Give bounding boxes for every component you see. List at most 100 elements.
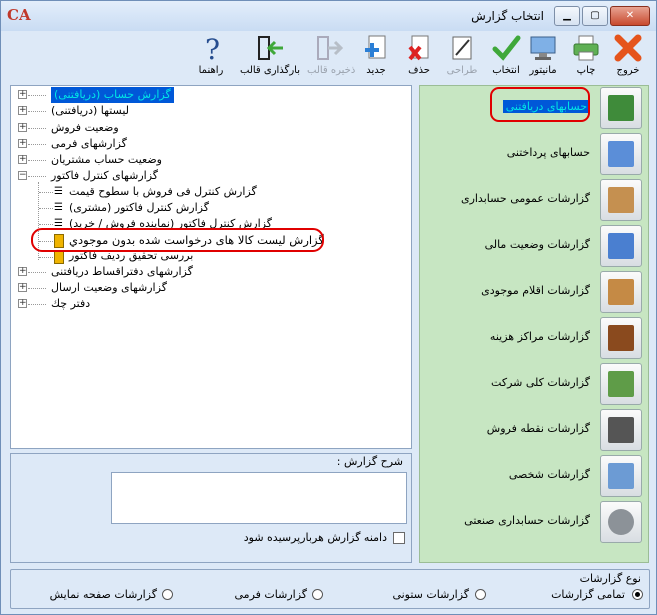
- delete-icon: [408, 35, 429, 61]
- category-label: گزارشات کلی شرکت: [491, 376, 590, 389]
- delete-label: حذف: [408, 65, 430, 76]
- category-financial-status[interactable]: گزارشات وضعیت مالی: [424, 224, 644, 268]
- checkmark-icon: [492, 35, 521, 61]
- radio-label: گزارشات صفحه نمایش: [49, 588, 157, 601]
- gear-icon: [600, 501, 642, 543]
- tree-item[interactable]: وضعیت حساب مشتریان: [51, 152, 162, 168]
- category-label: گزارشات وضعیت مالی: [484, 238, 590, 251]
- boxes-icon: [600, 271, 642, 313]
- exit-button[interactable]: خروج: [606, 33, 650, 83]
- expand-icon[interactable]: +: [18, 123, 27, 132]
- close-button[interactable]: ✕: [610, 6, 650, 26]
- report-category-panel: حسابهای دریافتنی حسابهای پرداختنی گزارشا…: [419, 85, 649, 563]
- category-label: گزارشات عمومی حسابداری: [460, 192, 590, 205]
- print-label: چاپ: [576, 65, 596, 76]
- category-label: گزارشات شخصی: [508, 468, 590, 481]
- clipboard-icon: [600, 179, 642, 221]
- category-industrial[interactable]: گزارشات حسابداری صنعتی: [424, 500, 644, 544]
- category-cost-centers[interactable]: گزارشات مراکز هزینه: [424, 316, 644, 360]
- save-template-label: ذخیره قالب: [307, 65, 356, 76]
- maximize-button[interactable]: ▢: [582, 6, 608, 26]
- tree-item[interactable]: گزارش کنترل فاکتور (مشتری): [69, 200, 209, 216]
- exit-label: خروج: [616, 65, 640, 76]
- annotation-highlight: [31, 228, 324, 252]
- minimize-button[interactable]: ▁: [554, 6, 580, 26]
- document-icon: [600, 455, 642, 497]
- printer-icon: [573, 35, 599, 61]
- monitor-icon: [530, 36, 556, 60]
- annotation-highlight: [490, 87, 590, 122]
- category-payables[interactable]: حسابهای پرداختنی: [424, 132, 644, 176]
- expand-icon[interactable]: +: [18, 90, 27, 99]
- card-icon: [600, 133, 642, 175]
- expand-icon[interactable]: +: [18, 299, 27, 308]
- report-icon: ☰: [54, 202, 63, 213]
- save-template-icon: [317, 36, 344, 60]
- new-document-icon: [365, 35, 386, 59]
- radio-screen-reports[interactable]: [162, 589, 173, 600]
- tree-item[interactable]: گزارشهای کنترل فاکتور: [51, 168, 158, 184]
- expand-icon[interactable]: +: [18, 106, 27, 115]
- minimize-icon: ▁: [563, 10, 571, 21]
- design-label: طراحی: [446, 65, 478, 76]
- wallet-icon: [600, 317, 642, 359]
- radio-form-reports[interactable]: [312, 589, 323, 600]
- help-label: راهنما: [198, 65, 224, 76]
- tree-item[interactable]: گزارش حساب (دریافتنی): [51, 87, 174, 103]
- domain-prompt-checkbox[interactable]: [393, 532, 405, 544]
- tree-item[interactable]: گزارشهای فرمی: [51, 136, 127, 152]
- new-label: جدید: [366, 65, 386, 76]
- expand-icon[interactable]: +: [18, 283, 27, 292]
- tree-item[interactable]: گزارش کنترل فی فروش با سطوح قیمت: [69, 184, 257, 200]
- maximize-icon: ▢: [590, 10, 600, 21]
- tree-item[interactable]: گزارشهای وضعیت ارسال: [51, 280, 167, 296]
- help-button[interactable]: ? راهنما: [189, 33, 233, 83]
- tree-item[interactable]: گزارشهای دفتراقساط دریافتنی: [51, 264, 193, 280]
- load-template-label: بارگذاری قالب: [240, 65, 300, 76]
- delete-button[interactable]: حذف: [397, 33, 441, 83]
- help-icon: ?: [205, 33, 220, 63]
- chart-icon: [600, 225, 642, 267]
- category-inventory[interactable]: گزارشات اقلام موجودی: [424, 270, 644, 314]
- category-label: گزارشات نقطه فروش: [486, 422, 590, 435]
- radio-label: گزارشات ستونی: [392, 588, 469, 601]
- tree-item[interactable]: لیستها (دریافتنی): [51, 103, 129, 119]
- category-label: گزارشات اقلام موجودی: [481, 284, 590, 297]
- category-company[interactable]: گزارشات کلی شرکت: [424, 362, 644, 406]
- description-textbox[interactable]: [111, 472, 407, 524]
- design-pen-icon: [452, 36, 472, 60]
- collapse-icon[interactable]: −: [18, 171, 27, 180]
- select-label: انتخاب: [492, 65, 520, 76]
- new-button[interactable]: جدید: [354, 33, 398, 83]
- report-type-group: نوع گزارشات تمامی گزارشات گزارشات ستونی …: [10, 569, 650, 609]
- radio-all-reports[interactable]: [632, 589, 643, 600]
- save-template-button[interactable]: ذخیره قالب: [307, 33, 356, 83]
- title-bar: CA انتخاب گزارش ▁ ▢ ✕: [1, 1, 656, 31]
- tree-item[interactable]: وضعیت فروش: [51, 120, 119, 136]
- select-button[interactable]: انتخاب: [484, 33, 528, 83]
- types-legend: نوع گزارشات: [579, 572, 641, 585]
- category-point-of-sale[interactable]: گزارشات نقطه فروش: [424, 408, 644, 452]
- app-logo: CA: [7, 6, 31, 24]
- svg-text:?: ?: [205, 33, 220, 63]
- load-template-icon: [258, 36, 283, 60]
- category-label: گزارشات مراکز هزینه: [489, 330, 590, 343]
- category-label: گزارشات حسابداری صنعتی: [464, 514, 590, 527]
- report-description-group: شرح گزارش : دامنه گزارش هربارپرسیده شود: [10, 453, 412, 563]
- expand-icon[interactable]: +: [18, 139, 27, 148]
- money-icon: [600, 363, 642, 405]
- tree-item[interactable]: دفتر چك: [51, 296, 90, 312]
- cash-icon: [600, 87, 642, 129]
- print-button[interactable]: چاپ: [564, 33, 608, 83]
- radio-column-reports[interactable]: [475, 589, 486, 600]
- load-template-button[interactable]: بارگذاری قالب: [239, 33, 301, 83]
- category-personal[interactable]: گزارشات شخصی: [424, 454, 644, 498]
- report-selection-window: CA انتخاب گزارش ▁ ▢ ✕ خروج چاپ مانیتور ا…: [0, 0, 657, 615]
- expand-icon[interactable]: +: [18, 267, 27, 276]
- toolbar: خروج چاپ مانیتور انتخاب طراحی حذف جدید ذ…: [7, 33, 650, 83]
- expand-icon[interactable]: +: [18, 155, 27, 164]
- design-button[interactable]: طراحی: [440, 33, 484, 83]
- report-tree[interactable]: + گزارش حساب (دریافتنی) + لیستها (دریافت…: [10, 85, 412, 449]
- category-general-accounting[interactable]: گزارشات عمومی حسابداری: [424, 178, 644, 222]
- exit-icon: [614, 34, 642, 62]
